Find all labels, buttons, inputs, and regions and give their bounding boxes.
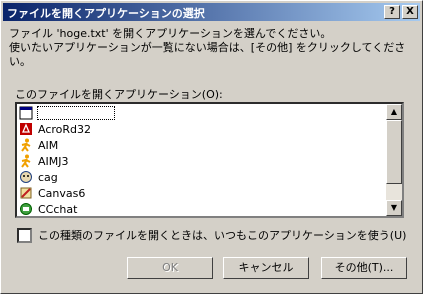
list-item-label: AcroRd32 xyxy=(38,122,92,136)
app-list[interactable]: AcroRd32 AIM AIMJ3 cag Canvas6 CCchat ▲ … xyxy=(15,102,404,218)
list-item-label xyxy=(37,106,115,120)
list-item-label: CCchat xyxy=(38,202,78,216)
help-button[interactable]: ? xyxy=(384,5,400,19)
open-with-dialog: ファイルを開くアプリケーションの選択 ? X ファイル 'hoge.txt' を… xyxy=(0,0,423,294)
vertical-scrollbar[interactable]: ▲ ▼ xyxy=(386,104,402,216)
scroll-up-icon[interactable]: ▲ xyxy=(386,104,402,120)
always-use-checkbox-row[interactable]: この種類のファイルを開くときは、いつもこのアプリケーションを使う(U) xyxy=(17,227,406,243)
list-item-label: AIMJ3 xyxy=(38,154,69,168)
list-item[interactable]: Canvas6 xyxy=(19,185,387,201)
list-item[interactable] xyxy=(19,105,387,121)
ok-button[interactable]: OK xyxy=(127,257,213,279)
window-title: ファイルを開くアプリケーションの選択 xyxy=(7,7,205,20)
canvas-brush-icon xyxy=(19,186,33,200)
list-item-label: Canvas6 xyxy=(38,186,86,200)
aim-running-man-icon xyxy=(19,154,33,168)
list-item[interactable]: AIM xyxy=(19,137,387,153)
description-text: ファイル 'hoge.txt' を開くアプリケーションを選んでください。 使いた… xyxy=(9,27,406,68)
other-button[interactable]: その他(T)... xyxy=(321,257,407,279)
list-item[interactable]: AIMJ3 xyxy=(19,153,387,169)
list-item-label: AIM xyxy=(38,138,59,152)
scroll-thumb[interactable] xyxy=(386,120,402,184)
app-list-label: このファイルを開くアプリケーション(O): xyxy=(15,88,223,101)
always-use-checkbox-label: この種類のファイルを開くときは、いつもこのアプリケーションを使う(U) xyxy=(38,229,407,242)
aim-running-man-icon xyxy=(19,138,33,152)
list-item[interactable]: cag xyxy=(19,169,387,185)
cancel-button[interactable]: キャンセル xyxy=(223,257,309,279)
acrobat-reader-icon xyxy=(19,122,33,136)
always-use-checkbox[interactable] xyxy=(17,227,32,243)
list-item-label: cag xyxy=(38,170,58,184)
list-item[interactable]: AcroRd32 xyxy=(19,121,387,137)
close-button[interactable]: X xyxy=(402,5,418,19)
ccchat-app-icon xyxy=(19,202,33,216)
title-bar[interactable]: ファイルを開くアプリケーションの選択 ? X xyxy=(3,3,420,21)
cag-app-icon xyxy=(19,170,33,184)
scroll-down-icon[interactable]: ▼ xyxy=(386,200,402,216)
list-item[interactable]: CCchat xyxy=(19,201,387,216)
blank-document-icon xyxy=(19,106,33,120)
